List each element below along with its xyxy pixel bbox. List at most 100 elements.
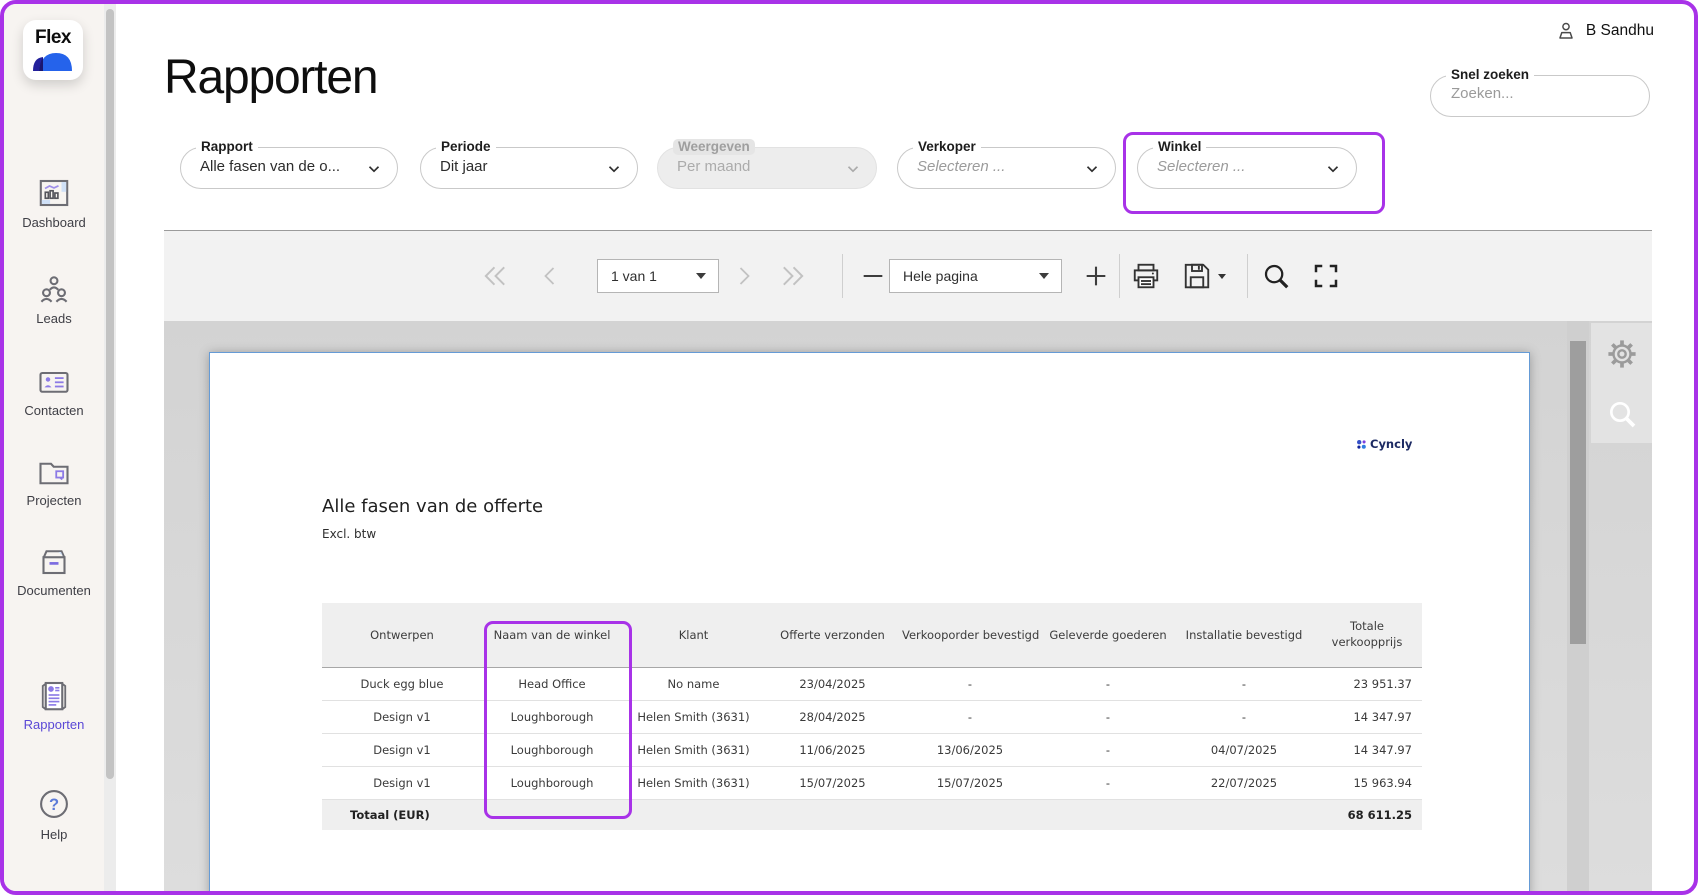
- page-select[interactable]: 1 van 1: [597, 259, 719, 293]
- filter-label: Verkoper: [913, 139, 981, 155]
- table-row: Design v1 Loughborough Helen Smith (3631) 1…: [322, 766, 1422, 800]
- app-window: Flex Dashboard Leads Contacten Projecten…: [0, 0, 1698, 895]
- table-cell: -: [1040, 733, 1176, 767]
- search-document-button[interactable]: [1255, 231, 1297, 321]
- total-cell: [765, 799, 900, 830]
- chevron-down-icon: [1327, 166, 1339, 173]
- filter-rapport[interactable]: Rapport Alle fasen van de o...: [180, 139, 398, 189]
- table-cell: 14 347.97: [1312, 733, 1422, 767]
- vendor-name: Cyncly: [1370, 437, 1413, 451]
- zoom-out-icon: [863, 274, 883, 278]
- filter-verkoper[interactable]: Verkoper Selecteren ...: [897, 139, 1116, 189]
- table-row: Design v1 Loughborough Helen Smith (3631) 2…: [322, 700, 1422, 734]
- zoom-select-value: Hele pagina: [903, 268, 978, 284]
- table-cell: 28/04/2025: [765, 700, 900, 734]
- chevron-down-icon: [608, 166, 620, 173]
- column-header: Ontwerpen: [322, 603, 482, 668]
- sidebar-item-documenten[interactable]: Documenten: [4, 544, 104, 598]
- table-cell: Duck egg blue: [322, 667, 482, 701]
- user-menu[interactable]: B Sandhu: [1555, 20, 1654, 42]
- gear-icon: [1607, 340, 1636, 368]
- last-page-icon: [783, 266, 804, 286]
- sidebar-item-label: Rapporten: [23, 717, 85, 732]
- settings-button[interactable]: [1605, 337, 1639, 376]
- total-cell: [482, 799, 622, 830]
- zoom-in-button[interactable]: [1077, 231, 1115, 321]
- vendor-logo: Cyncly: [1356, 437, 1412, 451]
- table-cell: 14 347.97: [1312, 700, 1422, 734]
- report-title: Alle fasen van de offerte: [322, 496, 544, 517]
- filter-winkel[interactable]: Winkel Selecteren ...: [1137, 139, 1357, 189]
- zoom-select[interactable]: Hele pagina: [889, 259, 1062, 293]
- filter-value: Dit jaar: [440, 158, 488, 175]
- user-icon: [1559, 22, 1573, 39]
- save-icon: [1184, 263, 1210, 289]
- toolbar-separator: [1119, 254, 1120, 298]
- table-cell: 15/07/2025: [765, 766, 900, 800]
- sidebar-item-contacten[interactable]: Contacten: [4, 366, 104, 418]
- sidebar-item-rapporten[interactable]: Rapporten: [4, 678, 104, 732]
- table-cell: -: [1040, 766, 1176, 800]
- table-row: Duck egg blue Head Office No name 23/04/202…: [322, 667, 1422, 701]
- table-cell: -: [1176, 700, 1312, 734]
- zoom-out-button[interactable]: [854, 231, 892, 321]
- toolbar-separator: [1247, 254, 1248, 298]
- table-cell: Design v1: [322, 700, 482, 734]
- table-cell: 13/06/2025: [900, 733, 1040, 767]
- save-dropdown-icon: [1218, 274, 1226, 279]
- table-cell: -: [1176, 667, 1312, 701]
- table-cell: 22/07/2025: [1176, 766, 1312, 800]
- column-header: Naam van de winkel: [482, 603, 622, 668]
- viewer-side-panel: [1591, 323, 1652, 443]
- panel-search-button[interactable]: [1606, 398, 1638, 435]
- table-cell: -: [900, 700, 1040, 734]
- print-icon: [1133, 263, 1159, 289]
- next-page-icon: [739, 267, 750, 285]
- report-table-wrap: Ontwerpen Naam van de winkel Klant Offerte …: [322, 603, 1422, 830]
- column-header: Installatie bevestigd: [1176, 603, 1312, 668]
- reports-icon: [41, 681, 67, 711]
- table-cell: 23 951.37: [1312, 667, 1422, 701]
- documents-icon: [42, 550, 66, 575]
- report-page: Cyncly Alle fasen van de offerte Excl. b…: [209, 352, 1530, 891]
- sidebar-scrollbar-thumb[interactable]: [106, 9, 114, 779]
- viewer-scrollbar[interactable]: [1567, 321, 1589, 891]
- total-cell: [900, 799, 1040, 830]
- sidebar-item-leads[interactable]: Leads: [4, 272, 104, 326]
- first-page-button: [474, 231, 516, 321]
- zoom-in-icon: [1086, 266, 1106, 286]
- table-cell: Loughborough: [482, 766, 622, 800]
- next-page-button: [724, 231, 764, 321]
- filter-placeholder: Selecteren ...: [917, 158, 1006, 175]
- first-page-icon: [484, 266, 505, 286]
- sidebar-item-help[interactable]: ? Help: [4, 786, 104, 842]
- table-cell: -: [900, 667, 1040, 701]
- sidebar-item-dashboard[interactable]: Dashboard: [4, 176, 104, 230]
- svg-text:?: ?: [49, 796, 59, 814]
- sidebar-item-label: Contacten: [24, 403, 84, 418]
- filter-value: Alle fasen van de o...: [200, 158, 341, 175]
- table-row: Design v1 Loughborough Helen Smith (3631) 1…: [322, 733, 1422, 767]
- sidebar-item-projecten[interactable]: Projecten: [4, 456, 104, 508]
- viewer-scrollbar-thumb[interactable]: [1570, 341, 1586, 644]
- table-cell: Loughborough: [482, 700, 622, 734]
- print-button[interactable]: [1126, 231, 1166, 321]
- save-button[interactable]: [1176, 231, 1234, 321]
- table-cell: -: [1040, 700, 1176, 734]
- chevron-down-icon: [368, 166, 380, 173]
- table-cell: -: [1040, 667, 1176, 701]
- total-label: Totaal (EUR): [322, 799, 482, 830]
- user-name: B Sandhu: [1585, 22, 1654, 39]
- total-cell: [1040, 799, 1176, 830]
- report-toolbar: 1 van 1 Hele pagina: [164, 231, 1652, 321]
- filter-periode[interactable]: Periode Dit jaar: [420, 139, 638, 189]
- fullscreen-button[interactable]: [1305, 231, 1347, 321]
- flex-logo[interactable]: Flex: [23, 20, 83, 80]
- filter-label: Periode: [436, 139, 496, 155]
- sidebar-scrollbar[interactable]: [104, 4, 116, 891]
- table-cell: Design v1: [322, 766, 482, 800]
- report-viewer: Cyncly Alle fasen van de offerte Excl. b…: [164, 321, 1652, 891]
- table-cell: Helen Smith (3631): [622, 700, 765, 734]
- search-input[interactable]: [1449, 84, 1623, 103]
- previous-page-icon: [544, 267, 555, 285]
